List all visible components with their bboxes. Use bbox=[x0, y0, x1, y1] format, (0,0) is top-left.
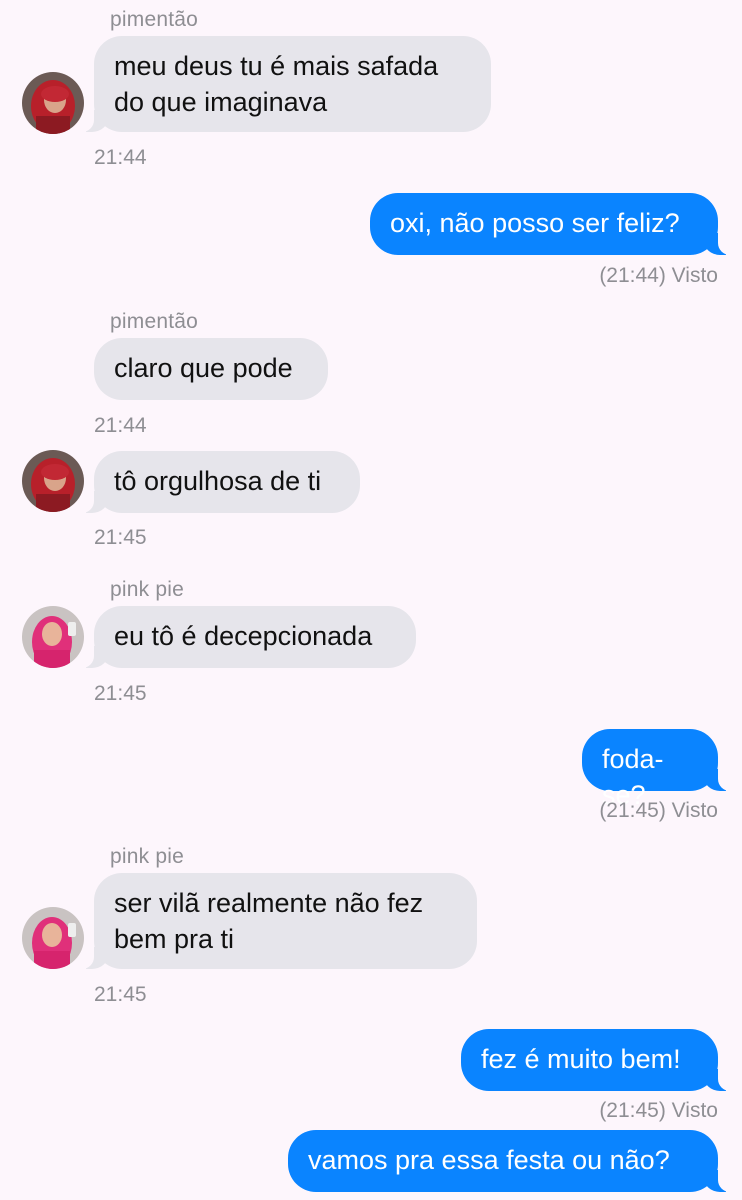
sender-name: pimentão bbox=[110, 8, 198, 31]
avatar-pinkpie[interactable] bbox=[22, 606, 84, 668]
avatar-pimentao[interactable] bbox=[22, 450, 84, 512]
sender-name: pink pie bbox=[110, 845, 184, 868]
avatar-red-hair-icon bbox=[22, 72, 84, 134]
read-receipt: (21:45) Visto bbox=[599, 1099, 718, 1122]
sender-name: pimentão bbox=[110, 310, 198, 333]
avatar-pink-hair-icon bbox=[22, 606, 84, 668]
message-time: 21:44 bbox=[94, 414, 147, 437]
chat-thread[interactable]: pimentão meu deus tu é mais safada do qu… bbox=[0, 0, 742, 1200]
outgoing-message-bubble[interactable]: vamos pra essa festa ou não? bbox=[288, 1130, 732, 1192]
avatar-red-hair-icon bbox=[22, 450, 84, 512]
sender-name: pink pie bbox=[110, 578, 184, 601]
outgoing-message-bubble[interactable]: foda-se? bbox=[582, 729, 732, 810]
incoming-message-bubble[interactable]: meu deus tu é mais safada do que imagina… bbox=[80, 36, 491, 132]
incoming-message-bubble[interactable]: claro que pode bbox=[94, 338, 328, 400]
outgoing-message-bubble[interactable]: fez é muito bem! bbox=[461, 1029, 732, 1091]
incoming-message-bubble[interactable]: eu tô é decepcionada bbox=[80, 606, 416, 668]
incoming-message-bubble[interactable]: ser vilã realmente não fez bem pra ti bbox=[80, 873, 477, 969]
message-time: 21:44 bbox=[94, 146, 147, 169]
incoming-message-bubble[interactable]: tô orgulhosa de ti bbox=[80, 451, 360, 513]
message-time: 21:45 bbox=[94, 983, 147, 1006]
avatar-pimentao[interactable] bbox=[22, 72, 84, 134]
avatar-pink-hair-icon bbox=[22, 907, 84, 969]
read-receipt: (21:44) Visto bbox=[599, 264, 718, 287]
read-receipt: (21:45) Visto bbox=[599, 799, 718, 822]
message-time: 21:45 bbox=[94, 526, 147, 549]
message-time: 21:45 bbox=[94, 682, 147, 705]
outgoing-message-bubble[interactable]: oxi, não posso ser feliz? bbox=[370, 193, 732, 255]
avatar-pinkpie[interactable] bbox=[22, 907, 84, 969]
